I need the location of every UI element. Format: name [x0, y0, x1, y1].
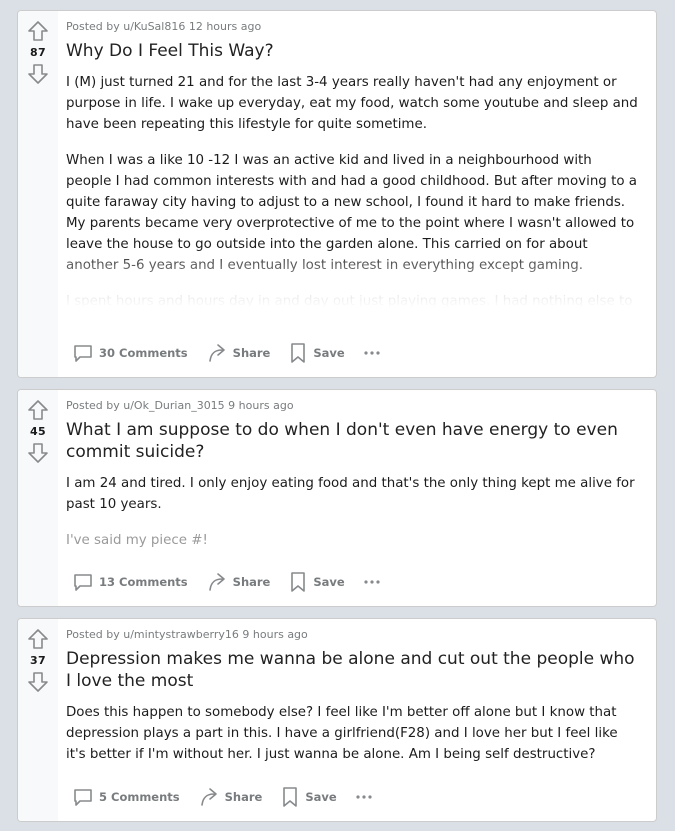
share-arrow-icon: [198, 786, 225, 808]
save-button[interactable]: Save: [274, 780, 342, 814]
vote-score: 87: [30, 46, 46, 59]
post-actions: 13 Comments Share Save: [66, 566, 387, 598]
post-body[interactable]: Does this happen to somebody else? I fee…: [66, 702, 648, 765]
more-dots-icon[interactable]: [357, 573, 387, 591]
downvote-arrow-icon[interactable]: [26, 441, 50, 465]
share-button[interactable]: Share: [200, 565, 277, 599]
post-title[interactable]: Depression makes me wanna be alone and c…: [66, 648, 648, 692]
post-paragraph: Does this happen to somebody else? I fee…: [66, 705, 618, 762]
vote-score: 37: [30, 654, 46, 667]
vote-column: 87: [18, 11, 58, 377]
post-actions: 5 Comments Share Save: [66, 781, 379, 813]
save-label: Save: [313, 346, 345, 360]
post-actions: 30 Comments Share Save: [66, 337, 387, 369]
vote-score: 45: [30, 425, 46, 438]
share-label: Share: [232, 346, 271, 360]
post-card[interactable]: 87 Posted by u/KuSal816 12 hours ago Why…: [17, 10, 657, 378]
post-card[interactable]: 45 Posted by u/Ok_Durian_3015 9 hours ag…: [17, 389, 657, 607]
bookmark-icon: [280, 786, 305, 808]
comment-bubble-icon: [72, 786, 99, 808]
share-button[interactable]: Share: [192, 780, 269, 814]
post-content: Posted by u/KuSal816 12 hours ago Why Do…: [66, 11, 648, 377]
post-meta[interactable]: Posted by u/KuSal816 12 hours ago: [66, 19, 648, 35]
upvote-arrow-icon[interactable]: [26, 627, 50, 651]
bookmark-icon: [288, 342, 313, 364]
comments-button[interactable]: 13 Comments: [66, 565, 194, 599]
share-arrow-icon: [206, 342, 233, 364]
comments-label: 30 Comments: [99, 346, 188, 360]
vote-column: 37: [18, 619, 58, 821]
comment-bubble-icon: [72, 571, 99, 593]
more-dots-icon[interactable]: [349, 788, 379, 806]
post-paragraph: I (M) just turned 21 and for the last 3-…: [66, 75, 638, 132]
post-body[interactable]: I (M) just turned 21 and for the last 3-…: [66, 72, 648, 308]
post-paragraph: When I was a like 10 -12 I was an active…: [66, 153, 637, 273]
share-label: Share: [224, 790, 263, 804]
downvote-arrow-icon[interactable]: [26, 62, 50, 86]
comments-button[interactable]: 30 Comments: [66, 336, 194, 370]
post-paragraph: I am 24 and tired. I only enjoy eating f…: [66, 476, 635, 512]
post-meta[interactable]: Posted by u/Ok_Durian_3015 9 hours ago: [66, 398, 648, 414]
post-card[interactable]: 37 Posted by u/mintystrawberry16 9 hours…: [17, 618, 657, 822]
post-title[interactable]: Why Do I Feel This Way?: [66, 40, 648, 62]
post-signature: I've said my piece #!: [66, 533, 208, 548]
upvote-arrow-icon[interactable]: [26, 398, 50, 422]
vote-column: 45: [18, 390, 58, 606]
comments-button[interactable]: 5 Comments: [66, 780, 186, 814]
comments-label: 5 Comments: [99, 790, 180, 804]
save-label: Save: [313, 575, 345, 589]
share-button[interactable]: Share: [200, 336, 277, 370]
save-button[interactable]: Save: [282, 565, 350, 599]
post-meta[interactable]: Posted by u/mintystrawberry16 9 hours ag…: [66, 627, 648, 643]
bookmark-icon: [288, 571, 313, 593]
share-label: Share: [232, 575, 271, 589]
downvote-arrow-icon[interactable]: [26, 670, 50, 694]
post-paragraph: I spent hours and hours day in and day o…: [66, 294, 633, 308]
post-title[interactable]: What I am suppose to do when I don't eve…: [66, 419, 648, 463]
upvote-arrow-icon[interactable]: [26, 19, 50, 43]
more-dots-icon[interactable]: [357, 344, 387, 362]
comment-bubble-icon: [72, 342, 99, 364]
comments-label: 13 Comments: [99, 575, 188, 589]
post-body[interactable]: I am 24 and tired. I only enjoy eating f…: [66, 473, 648, 551]
save-button[interactable]: Save: [282, 336, 350, 370]
share-arrow-icon: [206, 571, 233, 593]
save-label: Save: [305, 790, 337, 804]
